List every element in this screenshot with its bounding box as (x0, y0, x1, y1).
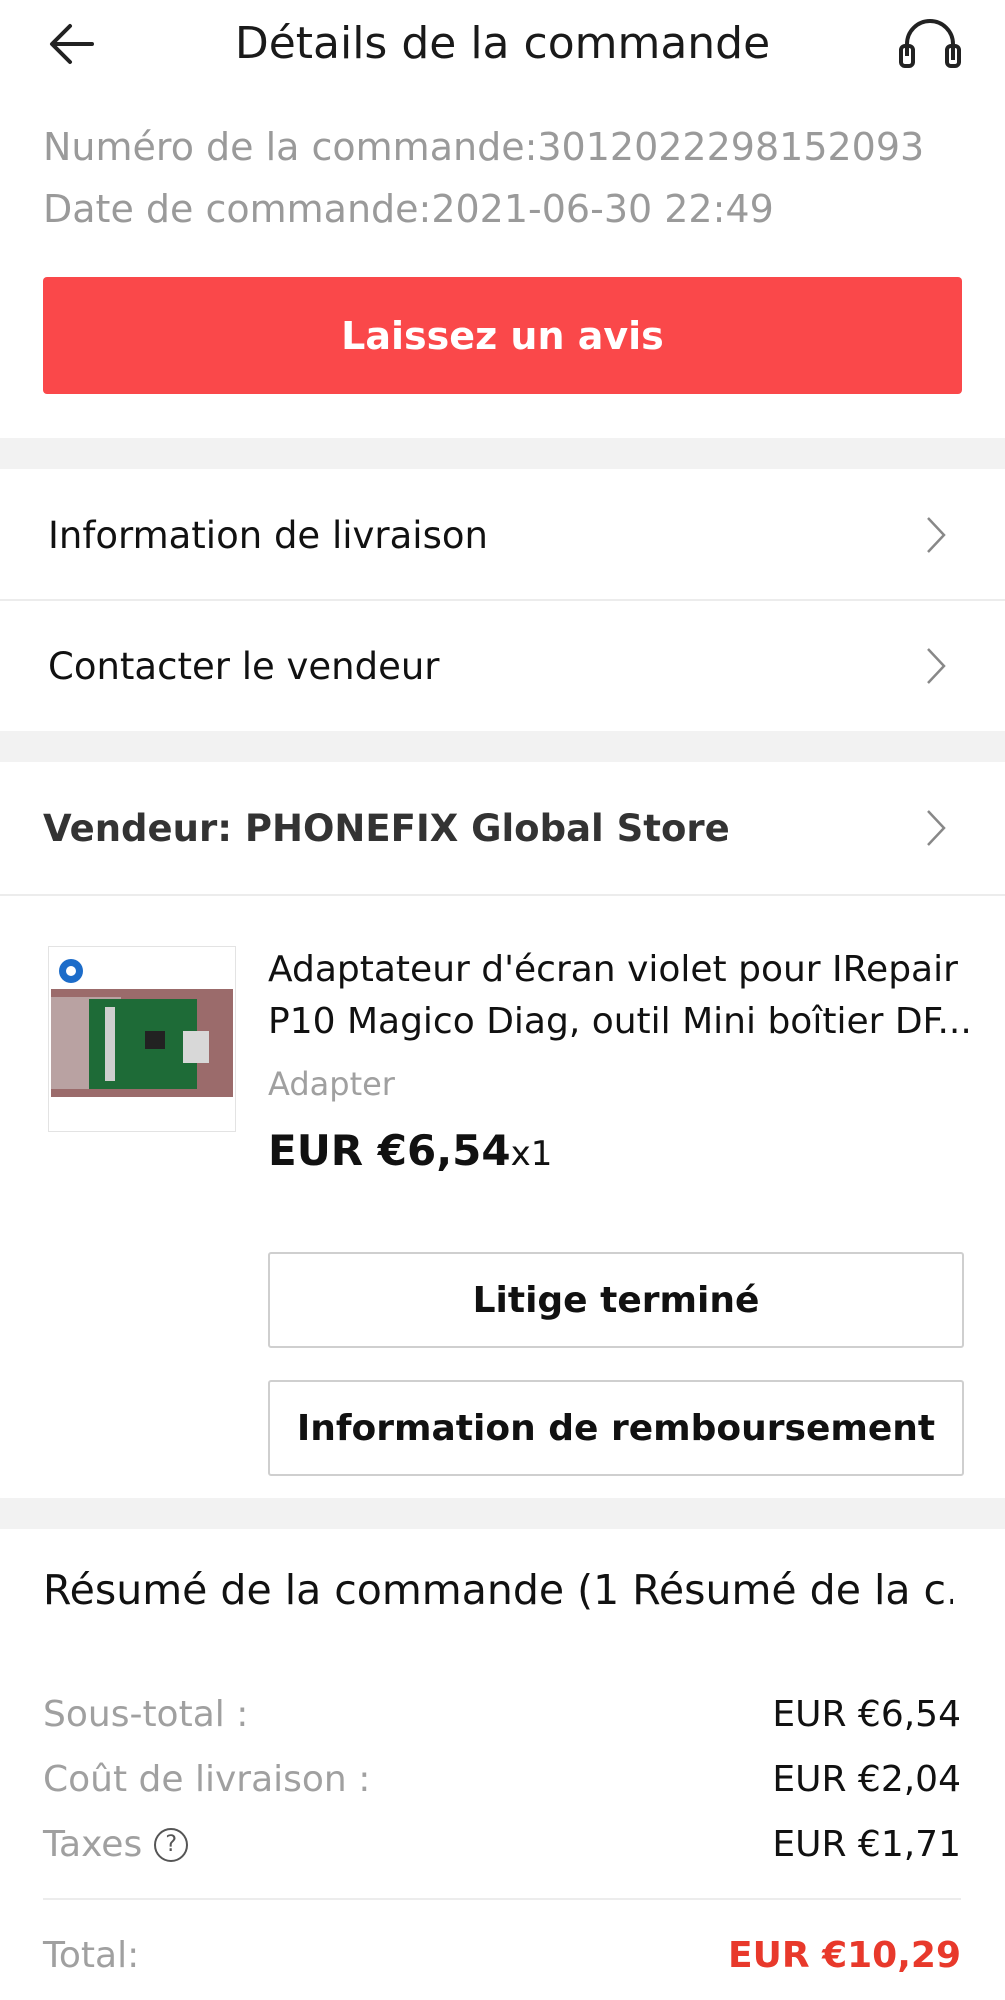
product-title[interactable]: Adaptateur d'écran violet pour IRepair P… (268, 944, 968, 1048)
product-title-line: P10 Magico Diag, outil Mini boîtier DF..… (268, 1001, 968, 1042)
shipping-cost-row: Coût de livraison : EUR €2,04 (43, 1755, 961, 1805)
leave-review-button[interactable]: Laissez un avis (43, 277, 962, 394)
order-date: Date de commande:2021-06-30 22:49 (43, 187, 774, 231)
product-price-line: EUR €6,54x1 (268, 1126, 552, 1175)
page-title: Détails de la commande (234, 18, 771, 69)
product-price: EUR €6,54 (268, 1126, 511, 1175)
shipping-info-row[interactable]: Information de livraison (0, 470, 1005, 600)
product-image[interactable] (48, 946, 236, 1132)
section-gap (0, 438, 1005, 469)
product-quantity: x1 (510, 1134, 553, 1174)
subtotal-row: Sous-total : EUR €6,54 (43, 1690, 961, 1740)
contact-seller-label: Contacter le vendeur (48, 644, 440, 688)
product-variant: Adapter (268, 1065, 395, 1103)
product-title-line: Adaptateur d'écran violet pour IRepair (268, 949, 958, 990)
chevron-right-icon (927, 810, 946, 846)
tax-label: Taxes (43, 1824, 143, 1865)
shipping-cost-value: EUR €2,04 (772, 1759, 961, 1800)
tax-row: Taxes ? EUR €1,71 (43, 1820, 961, 1870)
shipping-cost-label: Coût de livraison : (43, 1759, 371, 1800)
chevron-right-icon (927, 517, 946, 553)
chevron-right-icon (927, 648, 946, 684)
subtotal-label: Sous-total : (43, 1694, 249, 1735)
section-gap (0, 731, 1005, 762)
dispute-finished-button[interactable]: Litige terminé (268, 1252, 964, 1348)
subtotal-value: EUR €6,54 (772, 1694, 961, 1735)
refund-info-button[interactable]: Information de remboursement (268, 1380, 964, 1476)
tax-value: EUR €1,71 (772, 1824, 961, 1865)
question-mark-icon[interactable]: ? (154, 1828, 189, 1862)
section-gap (0, 1498, 1005, 1529)
order-number: Numéro de la commande:3012022298152093 (43, 125, 925, 169)
shipping-info-label: Information de livraison (48, 513, 488, 557)
order-summary-title: Résumé de la commande (1 Résumé de la c.… (43, 1566, 953, 1614)
total-row: Total: EUR €10,29 (43, 1931, 961, 1981)
total-label: Total: (43, 1935, 140, 1976)
tax-label-group: Taxes ? (43, 1820, 189, 1870)
divider (0, 894, 1005, 896)
contact-seller-row[interactable]: Contacter le vendeur (0, 601, 1005, 731)
seller-row[interactable]: Vendeur: PHONEFIX Global Store (0, 763, 1005, 893)
seller-name: Vendeur: PHONEFIX Global Store (43, 806, 730, 850)
divider (43, 1898, 961, 1900)
total-value: EUR €10,29 (728, 1935, 961, 1976)
headset-support-icon[interactable] (895, 16, 965, 76)
